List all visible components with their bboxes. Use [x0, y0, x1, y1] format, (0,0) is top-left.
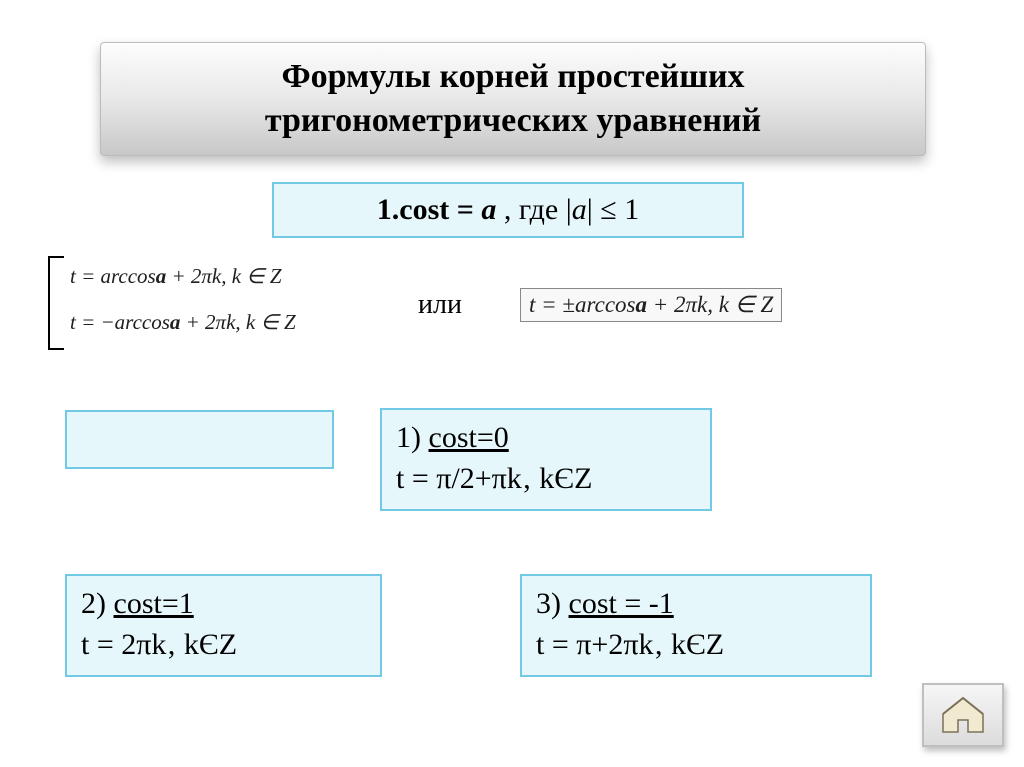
title-line2: тригонометрических уравнений	[265, 102, 761, 139]
main-equation: 1.cost = а , где |а| ≤ 1	[377, 193, 639, 227]
main-equation-box: 1.cost = а , где |а| ≤ 1	[272, 182, 744, 238]
home-button[interactable]	[922, 683, 1004, 747]
special-case-2: 2) cost=1 t = 2πk‚ kЄZ	[65, 574, 382, 677]
empty-placeholder-box	[65, 410, 334, 469]
title-box: Формулы корней простейших тригонометриче…	[100, 42, 926, 156]
special-case-3: 3) cost = -1 t = π+2πk‚ kЄZ	[520, 574, 872, 677]
home-icon	[940, 696, 986, 734]
bracket-line1: t = arccosa + 2πk, k ∈ Z	[70, 264, 282, 289]
special-case-1: 1) cost=0 t = π/2+πk‚ kЄZ	[380, 408, 712, 511]
title-line1: Формулы корней простейших	[281, 58, 744, 95]
combined-formula: t = ±arccosa + 2πk, k ∈ Z	[520, 288, 782, 322]
bracket-formula: t = arccosa + 2πk, k ∈ Z t = −arccosa + …	[48, 256, 388, 356]
left-bracket	[48, 256, 64, 350]
bracket-line2: t = −arccosa + 2πk, k ∈ Z	[70, 310, 296, 335]
or-label: или	[418, 289, 462, 321]
title-text: Формулы корней простейших тригонометриче…	[265, 55, 761, 143]
